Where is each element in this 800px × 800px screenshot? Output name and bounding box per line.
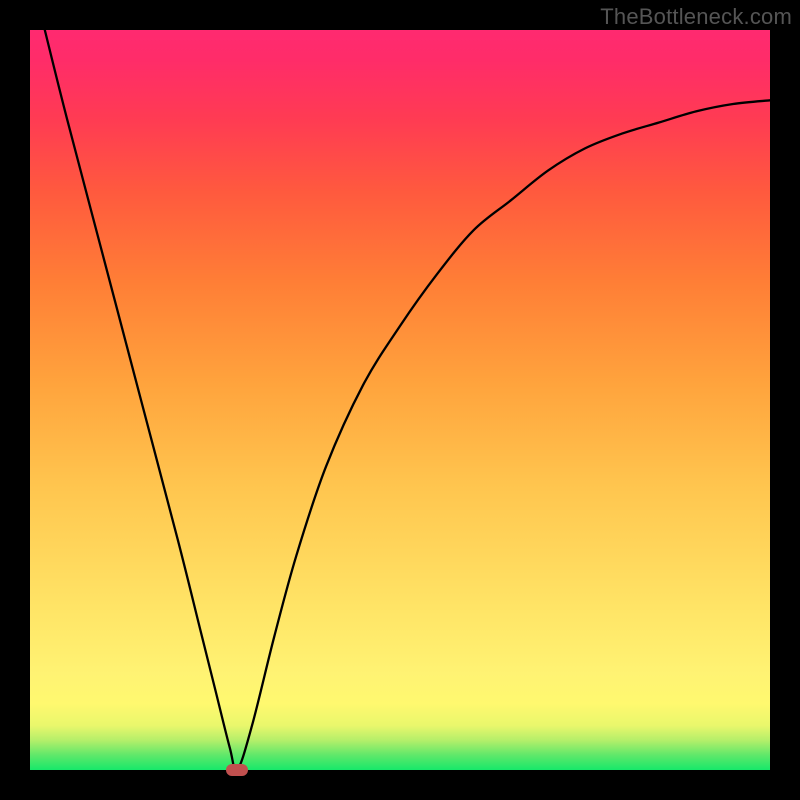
watermark-text: TheBottleneck.com: [600, 4, 792, 30]
plot-area: [30, 30, 770, 770]
min-marker: [226, 764, 248, 776]
chart-frame: TheBottleneck.com: [0, 0, 800, 800]
curve-svg: [30, 30, 770, 770]
bottleneck-curve: [45, 30, 770, 771]
